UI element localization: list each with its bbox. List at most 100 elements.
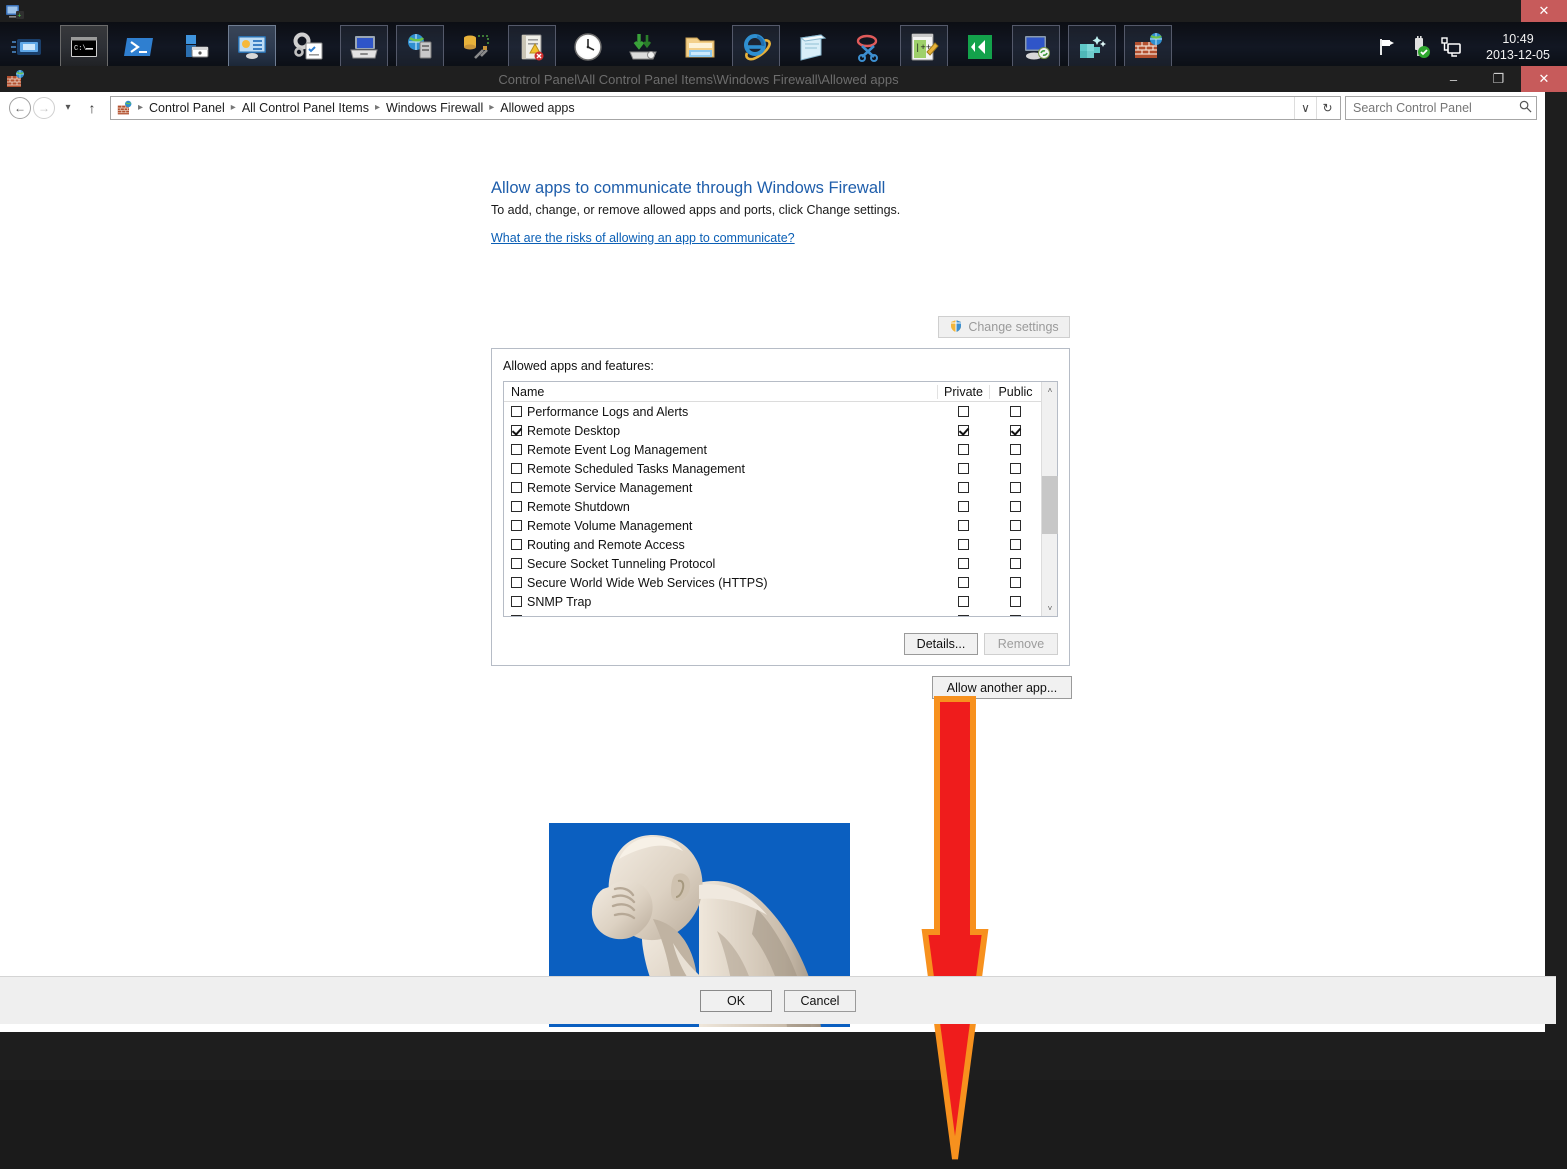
window-maximize-button[interactable]: ❐ — [1476, 66, 1521, 92]
forward-button[interactable]: → — [32, 96, 56, 120]
public-checkbox[interactable] — [1010, 463, 1021, 474]
table-row[interactable]: SNMP Trap — [504, 592, 1057, 611]
column-header-public[interactable]: Public — [989, 385, 1041, 399]
public-checkbox[interactable] — [1010, 558, 1021, 569]
row-enabled-checkbox[interactable] — [511, 501, 522, 512]
taskbar-powershell-icon[interactable] — [116, 25, 164, 69]
public-checkbox[interactable] — [1010, 406, 1021, 417]
row-enabled-checkbox[interactable] — [511, 577, 522, 588]
allow-another-app-button[interactable]: Allow another app... — [932, 676, 1072, 699]
private-checkbox[interactable] — [958, 463, 969, 474]
taskbar-internet-explorer-icon[interactable] — [732, 25, 780, 69]
taskbar-command-prompt-icon[interactable]: C:\ — [60, 25, 108, 69]
public-checkbox[interactable] — [1010, 539, 1021, 550]
breadcrumb-allowed-apps[interactable]: Allowed apps — [496, 101, 578, 115]
private-checkbox[interactable] — [958, 539, 969, 550]
private-checkbox[interactable] — [958, 558, 969, 569]
up-button[interactable]: ↑ — [80, 96, 104, 120]
address-dropdown-icon[interactable]: ∨ — [1294, 97, 1316, 119]
window-minimize-button[interactable]: – — [1431, 66, 1476, 92]
table-row[interactable]: Remote Event Log Management — [504, 440, 1057, 459]
taskbar-file-explorer-icon[interactable] — [676, 25, 724, 69]
row-enabled-checkbox[interactable] — [511, 520, 522, 531]
row-enabled-checkbox[interactable] — [511, 558, 522, 569]
taskbar-task-scheduler-icon[interactable] — [564, 25, 612, 69]
taskbar-computer-management-icon[interactable] — [340, 25, 388, 69]
column-header-name[interactable]: Name — [504, 385, 937, 399]
taskbar-visual-studio-icon[interactable] — [956, 25, 1004, 69]
private-checkbox[interactable] — [958, 406, 969, 417]
search-icon[interactable] — [1519, 100, 1532, 116]
ok-button[interactable]: OK — [700, 990, 772, 1012]
public-checkbox[interactable] — [1010, 501, 1021, 512]
cancel-button[interactable]: Cancel — [784, 990, 856, 1012]
private-checkbox[interactable] — [958, 444, 969, 455]
network-icon[interactable] — [1438, 34, 1464, 60]
table-row[interactable]: Secure Socket Tunneling Protocol — [504, 554, 1057, 573]
remove-button[interactable]: Remove — [984, 633, 1058, 655]
public-checkbox[interactable] — [1010, 596, 1021, 607]
table-row[interactable]: Remote Scheduled Tasks Management — [504, 459, 1057, 478]
row-enabled-checkbox[interactable] — [511, 425, 522, 436]
scrollbar-thumb[interactable] — [1042, 476, 1058, 534]
private-checkbox[interactable] — [958, 482, 969, 493]
recent-locations-button[interactable]: ▾ — [56, 96, 80, 120]
private-checkbox[interactable] — [958, 596, 969, 607]
tray-clock[interactable]: 10:49 2013-12-05 — [1477, 31, 1559, 63]
table-row[interactable]: Store — [504, 611, 1057, 616]
risks-link[interactable]: What are the risks of allowing an app to… — [491, 231, 795, 245]
scroll-down-icon[interactable]: ˅ — [1042, 600, 1058, 616]
taskbar-iis-manager-icon[interactable] — [396, 25, 444, 69]
private-checkbox[interactable] — [958, 577, 969, 588]
scroll-up-icon[interactable]: ˄ — [1042, 382, 1058, 398]
taskbar-windows-firewall-icon[interactable] — [1124, 25, 1172, 69]
window-close-button[interactable]: ✕ — [1521, 66, 1567, 92]
window-titlebar[interactable]: Control Panel\All Control Panel Items\Wi… — [0, 66, 1567, 92]
table-row[interactable]: Remote Desktop — [504, 421, 1057, 440]
taskbar-control-panel-icon[interactable] — [228, 25, 276, 69]
table-row[interactable]: Routing and Remote Access — [504, 535, 1057, 554]
row-enabled-checkbox[interactable] — [511, 596, 522, 607]
taskbar-remote-desktop-icon[interactable] — [1012, 25, 1060, 69]
taskbar-windows-update-icon[interactable] — [620, 25, 668, 69]
private-checkbox[interactable] — [958, 501, 969, 512]
public-checkbox[interactable] — [1010, 520, 1021, 531]
allowed-apps-listbox[interactable]: Name Private Public Performance Logs and… — [503, 381, 1058, 617]
private-checkbox[interactable] — [958, 425, 969, 436]
breadcrumb-control-panel[interactable]: Control Panel — [145, 101, 229, 115]
taskbar-flash-icon[interactable] — [4, 25, 52, 69]
taskbar-notepad-icon[interactable] — [788, 25, 836, 69]
table-row[interactable]: Secure World Wide Web Services (HTTPS) — [504, 573, 1057, 592]
table-row[interactable]: Remote Volume Management — [504, 516, 1057, 535]
row-enabled-checkbox[interactable] — [511, 615, 522, 616]
taskbar-notepad-plus-plus-icon[interactable]: |++ — [900, 25, 948, 69]
details-button[interactable]: Details... — [904, 633, 978, 655]
private-checkbox[interactable] — [958, 615, 969, 616]
row-enabled-checkbox[interactable] — [511, 463, 522, 474]
search-input[interactable]: Search Control Panel — [1345, 96, 1537, 120]
breadcrumb-windows-firewall[interactable]: Windows Firewall — [382, 101, 487, 115]
action-center-flag-icon[interactable] — [1374, 34, 1400, 60]
desktop-close-button[interactable]: ✕ — [1521, 0, 1567, 22]
row-enabled-checkbox[interactable] — [511, 539, 522, 550]
table-row[interactable]: Performance Logs and Alerts — [504, 402, 1057, 421]
row-enabled-checkbox[interactable] — [511, 482, 522, 493]
row-enabled-checkbox[interactable] — [511, 406, 522, 417]
taskbar-sql-tools-icon[interactable] — [452, 25, 500, 69]
refresh-icon[interactable]: ↻ — [1316, 97, 1338, 119]
taskbar-registry-editor-icon[interactable] — [1068, 25, 1116, 69]
table-row[interactable]: Remote Shutdown — [504, 497, 1057, 516]
taskbar-event-viewer-icon[interactable] — [508, 25, 556, 69]
back-button[interactable]: ← — [8, 96, 32, 120]
table-row[interactable]: Remote Service Management — [504, 478, 1057, 497]
private-checkbox[interactable] — [958, 520, 969, 531]
taskbar-server-manager-icon[interactable] — [172, 25, 220, 69]
address-bar[interactable]: ▸ Control Panel ▸ All Control Panel Item… — [110, 96, 1341, 120]
public-checkbox[interactable] — [1010, 482, 1021, 493]
taskbar-snipping-tool-icon[interactable] — [844, 25, 892, 69]
public-checkbox[interactable] — [1010, 425, 1021, 436]
public-checkbox[interactable] — [1010, 444, 1021, 455]
column-header-private[interactable]: Private — [937, 385, 989, 399]
change-settings-button[interactable]: Change settings — [938, 316, 1070, 338]
breadcrumb-all-items[interactable]: All Control Panel Items — [238, 101, 373, 115]
